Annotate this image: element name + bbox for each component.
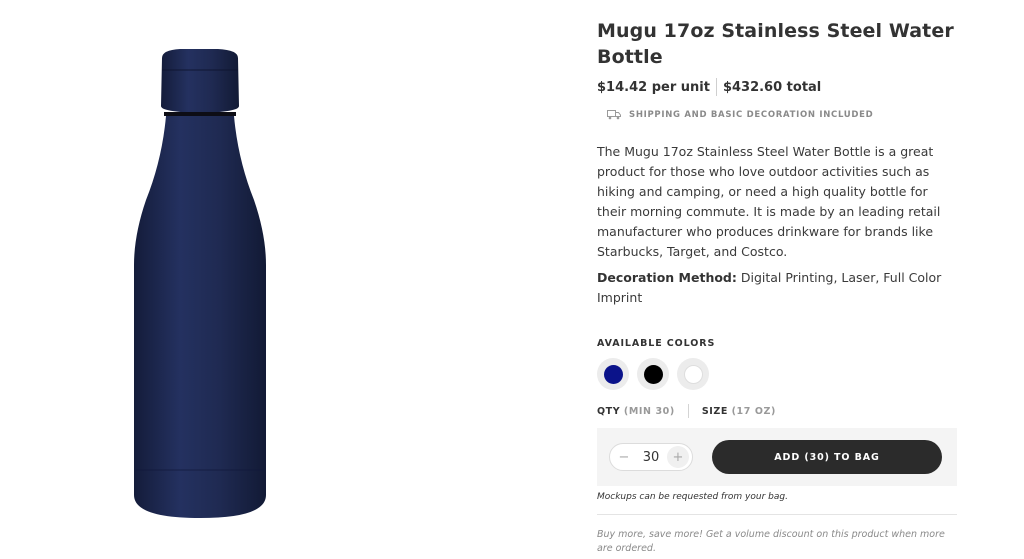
size-value: (17 OZ): [731, 405, 776, 417]
volume-discount-note: Buy more, save more! Get a volume discou…: [597, 529, 945, 554]
price-per-unit: $14.42 per unit: [597, 79, 710, 95]
color-swatch-navy[interactable]: [597, 358, 629, 390]
shipping-note: SHIPPING AND BASIC DECORATION INCLUDED: [597, 110, 957, 120]
qty-size-row: QTY (MIN 30) SIZE (17 OZ): [597, 404, 957, 418]
black-dot: [643, 364, 663, 384]
product-description: The Mugu 17oz Stainless Steel Water Bott…: [597, 144, 941, 259]
decrease-quantity-button[interactable]: −: [613, 446, 635, 468]
truck-icon: [607, 110, 621, 120]
available-colors-label: AVAILABLE COLORS: [597, 338, 716, 349]
price-total: $432.60 total: [722, 79, 822, 95]
qty-min: (MIN 30): [623, 405, 675, 417]
navy-dot: [603, 364, 623, 384]
shipping-text: SHIPPING AND BASIC DECORATION INCLUDED: [629, 110, 874, 120]
section-divider: [597, 514, 957, 515]
add-to-bag-panel: − 30 + ADD (30) TO BAG: [597, 428, 957, 486]
color-swatch-white[interactable]: [677, 358, 709, 390]
product-title: Mugu 17oz Stainless Steel Water Bottle: [597, 20, 954, 68]
increase-quantity-button[interactable]: +: [666, 446, 689, 468]
price-row: $14.42 per unit $432.60 total: [597, 78, 957, 96]
add-to-bag-button[interactable]: ADD (30) TO BAG: [712, 440, 942, 474]
mockups-note: Mockups can be requested from your bag.: [597, 492, 788, 502]
product-bottle-image: [134, 49, 266, 518]
meta-divider: [687, 404, 689, 418]
quantity-value[interactable]: 30: [643, 450, 660, 465]
color-swatches: [597, 358, 957, 390]
qty-label: QTY: [597, 405, 621, 417]
product-details: Mugu 17oz Stainless Steel Water Bottle $…: [597, 18, 957, 556]
quantity-stepper: − 30 +: [609, 443, 693, 471]
white-dot: [683, 364, 703, 384]
color-swatch-black[interactable]: [637, 358, 669, 390]
product-image-pane: [0, 0, 560, 559]
price-divider: [715, 78, 717, 96]
decoration-method: Decoration Method: Digital Printing, Las…: [597, 268, 953, 308]
size-label: SIZE: [701, 405, 728, 417]
decoration-label: Decoration Method:: [597, 270, 737, 285]
